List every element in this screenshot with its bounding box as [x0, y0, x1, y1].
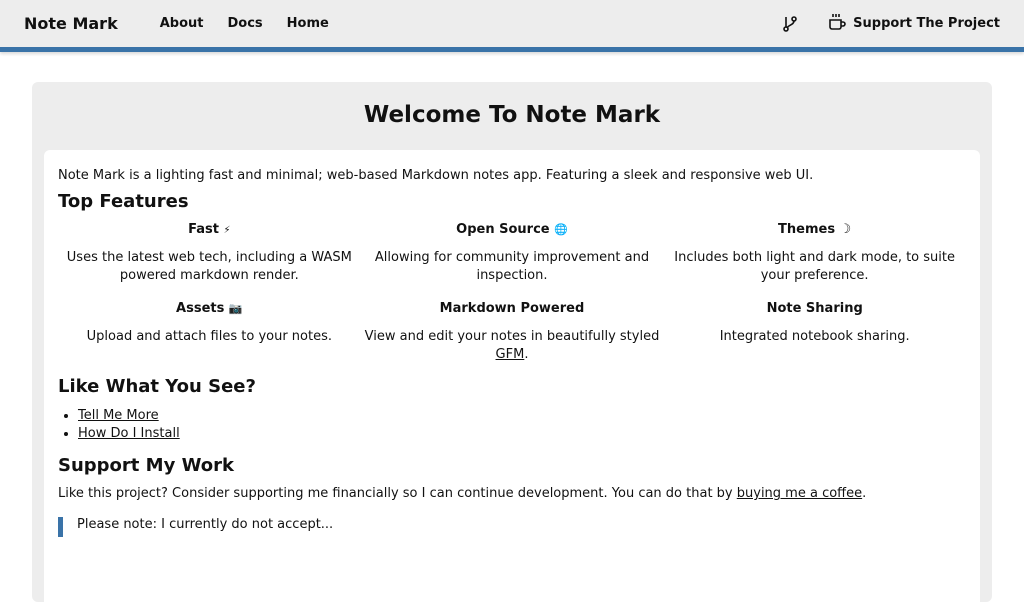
lightning-icon: ⚡: [223, 225, 231, 236]
coffee-link[interactable]: buying me a coffee: [737, 486, 862, 501]
feature-open-source: Open Source 🌐 Allowing for community impr…: [374, 222, 650, 283]
like-links: Tell Me More How Do I Install: [78, 407, 966, 443]
feature-fast: Fast ⚡ Uses the latest web tech, includin…: [66, 222, 352, 283]
feature-markdown: Markdown Powered View and edit your notes…: [364, 301, 660, 362]
feature-sharing: Note Sharing Integrated notebook sharing.: [719, 301, 910, 344]
support-label: Support The Project: [853, 16, 1000, 31]
nav-home[interactable]: Home: [287, 16, 329, 31]
features-grid: Fast ⚡ Uses the latest web tech, includin…: [58, 222, 966, 364]
top-nav: Note Mark About Docs Home Support The Pr…: [0, 0, 1024, 52]
moon-icon: ☽: [839, 222, 852, 237]
coffee-icon: [827, 13, 847, 35]
git-branch-icon[interactable]: [781, 15, 799, 33]
feature-assets: Assets 📷 Upload and attach files to your …: [86, 301, 333, 344]
page-title: Welcome To Note Mark: [363, 102, 661, 128]
main-card: Welcome To Note Mark Note Mark is a ligh…: [32, 82, 992, 610]
support-heading: Support My Work: [58, 455, 235, 476]
intro-text: Note Mark is a lighting fast and minimal…: [58, 168, 814, 183]
nav-docs[interactable]: Docs: [227, 16, 262, 31]
content: Note Mark is a lighting fast and minimal…: [44, 150, 980, 610]
globe-icon: 🌐: [554, 223, 568, 236]
support-project-button[interactable]: Support The Project: [827, 13, 1000, 35]
features-heading: Top Features: [58, 191, 189, 212]
note-quote: Please note: I currently do not accept..…: [58, 517, 966, 537]
camera-icon: 📷: [228, 302, 243, 315]
brand[interactable]: Note Mark: [24, 14, 118, 33]
install-link[interactable]: How Do I Install: [78, 426, 180, 441]
tell-me-more-link[interactable]: Tell Me More: [78, 408, 159, 423]
feature-themes: Themes ☽ Includes both light and dark mod…: [674, 222, 955, 283]
like-heading: Like What You See?: [58, 376, 256, 397]
gfm-link[interactable]: GFM: [496, 347, 525, 362]
nav-about[interactable]: About: [160, 16, 204, 31]
support-text: Like this project? Consider supporting m…: [58, 486, 867, 501]
